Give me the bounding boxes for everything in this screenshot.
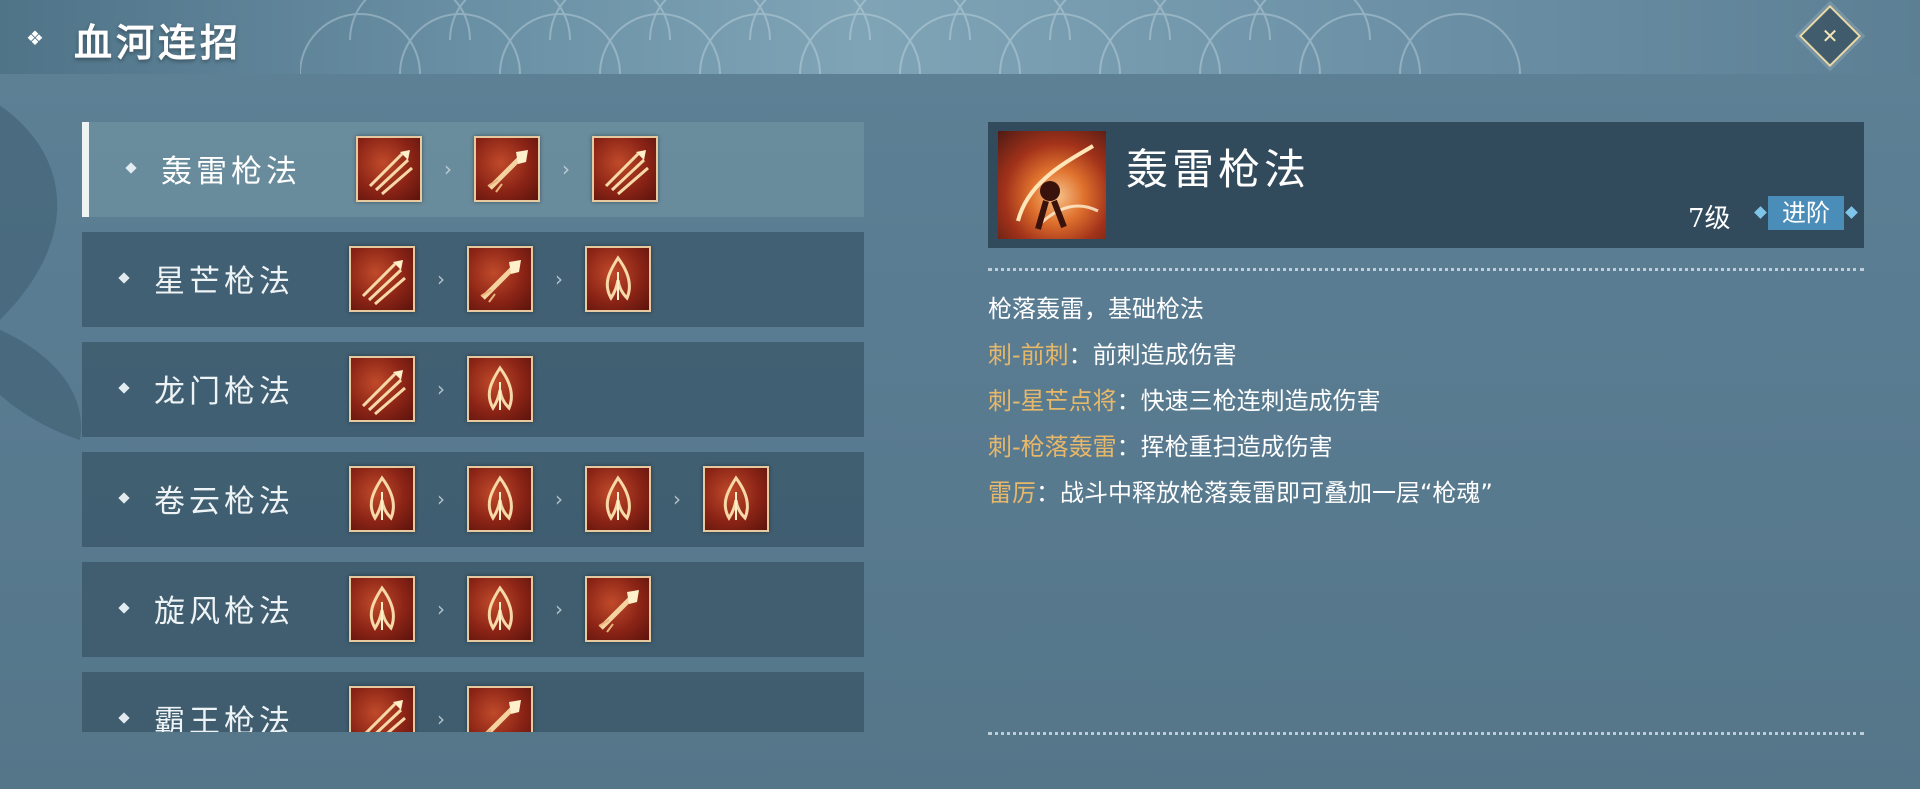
detail-header: 轰雷枪法 7级 进阶	[988, 122, 1864, 248]
bullet-diamond-icon	[118, 492, 130, 504]
divider-bottom	[988, 732, 1864, 735]
effect-separator: ：	[1068, 341, 1093, 369]
skill-sequence: ›	[349, 684, 533, 732]
bullet-diamond-icon	[125, 162, 137, 174]
summary-text: 枪落轰雷，基础枪法	[988, 295, 1204, 323]
effect-line: 雷厉：战斗中释放枪落轰雷即可叠加一层“枪魂”	[988, 470, 1864, 516]
combo-name: 旋风枪法	[154, 594, 294, 630]
effect-text: 前刺造成伤害	[1092, 341, 1237, 369]
effect-key: 刺-枪落轰雷	[988, 433, 1117, 461]
combo-row[interactable]: 龙门枪法 ›	[82, 342, 864, 437]
close-icon: ✕	[1821, 24, 1839, 48]
skill-sequence: ›	[349, 354, 533, 424]
sequence-arrow-icon: ›	[437, 487, 445, 511]
skill-sequence: › ›	[349, 244, 651, 314]
bullet-diamond-icon	[118, 382, 130, 394]
effect-key: 刺-星芒点将	[988, 387, 1117, 415]
skill-flame-icon[interactable]	[703, 466, 769, 532]
combo-name: 轰雷枪法	[161, 154, 301, 190]
combo-row[interactable]: 霸王枪法 ›	[82, 672, 864, 732]
effect-line: 刺-前刺：前刺造成伤害	[988, 332, 1864, 378]
combo-name: 星芒枪法	[154, 264, 294, 300]
skill-sequence: › ›	[356, 134, 658, 204]
skill-thrust-icon[interactable]	[474, 136, 540, 202]
sequence-arrow-icon: ›	[673, 487, 681, 511]
combo-row[interactable]: 轰雷枪法 › ›	[82, 122, 864, 217]
effect-separator: ：	[1036, 479, 1060, 507]
effect-text: 战斗中释放枪落轰雷即可叠加一层“枪魂”	[1060, 479, 1493, 507]
detail-title: 轰雷枪法	[1126, 145, 1311, 194]
effect-separator: ：	[1116, 433, 1141, 461]
effect-text: 快速三枪连刺造成伤害	[1140, 387, 1381, 415]
effect-text: 挥枪重扫造成伤害	[1140, 433, 1333, 461]
skill-slash-icon[interactable]	[349, 246, 415, 312]
skill-sequence: › ›	[349, 574, 651, 644]
effect-key: 雷厉	[988, 479, 1036, 507]
effect-key: 刺-前刺	[988, 341, 1069, 369]
advance-button[interactable]: 进阶	[1768, 196, 1844, 230]
header-bar: ❖ 血河连招 ✕	[0, 0, 1920, 74]
skill-flame-icon[interactable]	[467, 356, 533, 422]
combo-row[interactable]: 星芒枪法 › ›	[82, 232, 864, 327]
bullet-diamond-icon	[118, 712, 130, 724]
skill-flame-icon[interactable]	[585, 246, 651, 312]
sequence-arrow-icon: ›	[555, 597, 563, 621]
page-title: 血河连招	[74, 20, 243, 65]
skill-slash-icon[interactable]	[349, 356, 415, 422]
effect-line: 刺-枪落轰雷：挥枪重扫造成伤害	[988, 424, 1864, 470]
sequence-arrow-icon: ›	[437, 377, 445, 401]
combo-list[interactable]: 轰雷枪法 › › 星芒枪法 › › 龙门枪法 › 卷云枪法 › › › 旋风枪法 › › 霸王枪法 ›	[82, 122, 864, 732]
skill-slash-icon[interactable]	[356, 136, 422, 202]
sequence-arrow-icon: ›	[562, 157, 570, 181]
skill-flame-icon[interactable]	[349, 466, 415, 532]
detail-description: 枪落轰雷，基础枪法 刺-前刺：前刺造成伤害 刺-星芒点将：快速三枪连刺造成伤害 刺-…	[988, 286, 1864, 516]
sequence-arrow-icon: ›	[437, 267, 445, 291]
skill-flame-icon[interactable]	[467, 576, 533, 642]
skill-flame-icon[interactable]	[585, 466, 651, 532]
sequence-arrow-icon: ›	[555, 487, 563, 511]
title-diamond-icon: ❖	[26, 26, 44, 50]
skill-slash-icon[interactable]	[349, 686, 415, 732]
skill-sequence: › › ›	[349, 464, 769, 534]
skill-flame-icon[interactable]	[349, 576, 415, 642]
skill-level: 7级	[1688, 204, 1731, 234]
sequence-arrow-icon: ›	[437, 707, 445, 731]
divider-top	[988, 268, 1864, 271]
sequence-arrow-icon: ›	[555, 267, 563, 291]
fan-pattern-decoration	[300, 0, 1521, 74]
combo-row[interactable]: 卷云枪法 › › ›	[82, 452, 864, 547]
effect-line: 刺-星芒点将：快速三枪连刺造成伤害	[988, 378, 1864, 424]
combo-row[interactable]: 旋风枪法 › ›	[82, 562, 864, 657]
skill-thrust-icon[interactable]	[467, 246, 533, 312]
bullet-diamond-icon	[118, 272, 130, 284]
sequence-arrow-icon: ›	[437, 597, 445, 621]
sequence-arrow-icon: ›	[444, 157, 452, 181]
combo-name: 卷云枪法	[154, 484, 294, 520]
combo-name: 霸王枪法	[154, 704, 294, 732]
skill-thrust-icon[interactable]	[585, 576, 651, 642]
combo-name: 龙门枪法	[154, 374, 294, 410]
close-button[interactable]: ✕	[1798, 4, 1862, 68]
skill-thrust-icon[interactable]	[467, 686, 533, 732]
skill-slash-icon[interactable]	[592, 136, 658, 202]
skill-portrait-icon	[998, 131, 1106, 239]
skill-flame-icon[interactable]	[467, 466, 533, 532]
effect-separator: ：	[1116, 387, 1141, 415]
bullet-diamond-icon	[118, 602, 130, 614]
